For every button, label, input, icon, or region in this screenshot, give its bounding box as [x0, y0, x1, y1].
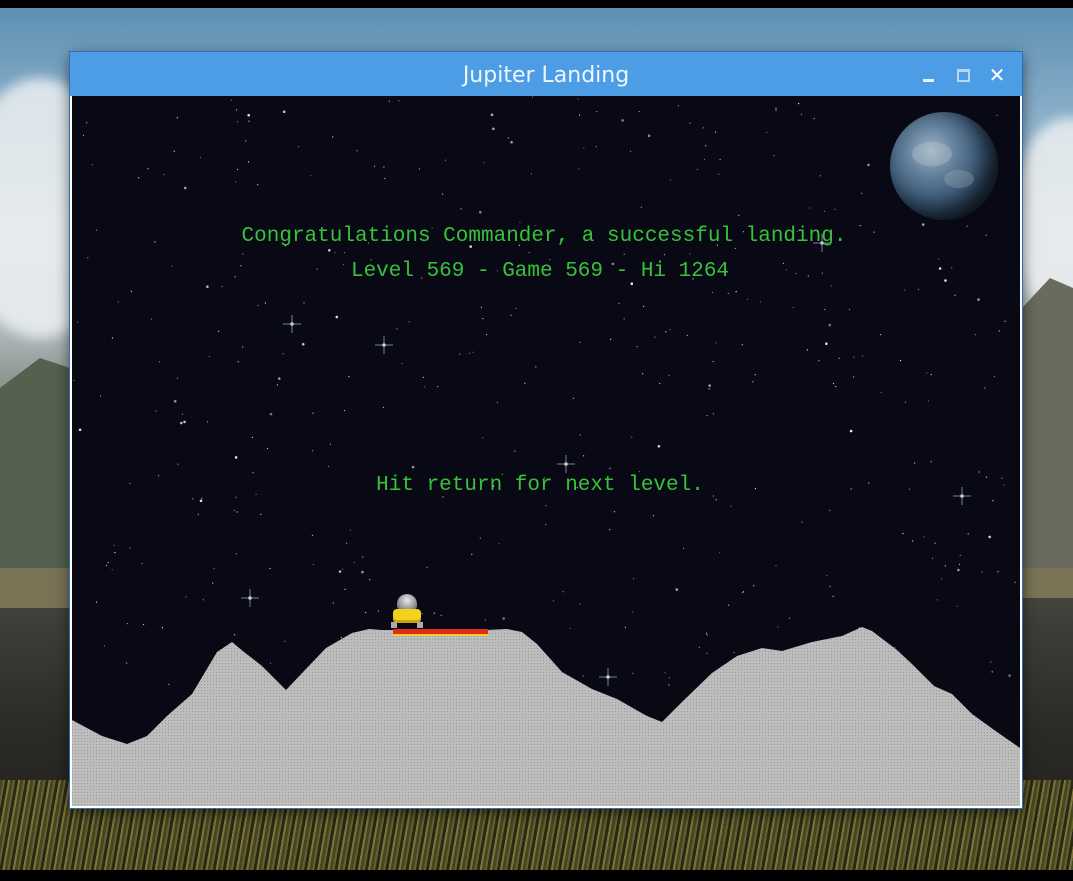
lander-ship-icon [389, 594, 425, 630]
window-title: Jupiter Landing [462, 63, 630, 88]
minimize-icon[interactable] [920, 66, 938, 84]
close-icon[interactable]: ✕ [988, 65, 1006, 85]
title-bar[interactable]: Jupiter Landing ✕ [70, 52, 1022, 96]
lunar-terrain [72, 627, 1020, 806]
app-window: Jupiter Landing ✕ Congratulations Comman… [70, 52, 1022, 808]
maximize-icon[interactable] [954, 66, 972, 84]
game-canvas[interactable]: Congratulations Commander, a successful … [72, 96, 1020, 806]
landing-pad [393, 629, 488, 636]
